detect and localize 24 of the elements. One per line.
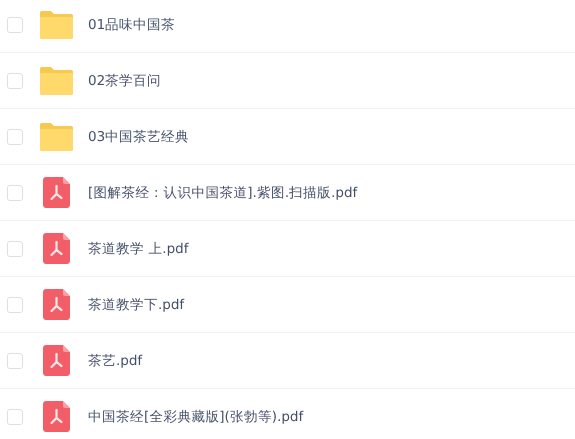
file-name[interactable]: 02茶学百问	[88, 72, 162, 90]
folder-icon	[40, 10, 73, 38]
checkbox[interactable]	[7, 240, 23, 256]
file-name[interactable]: 03中国茶艺经典	[88, 128, 190, 146]
pdf-file-icon	[43, 177, 70, 208]
pdf-file-icon	[43, 233, 70, 264]
checkbox[interactable]	[7, 72, 23, 88]
file-name[interactable]: [图解茶经：认识中国茶道].紫图.扫描版.pdf	[88, 184, 358, 202]
checkbox[interactable]	[7, 16, 23, 32]
file-name[interactable]: 茶道教学下.pdf	[88, 296, 184, 314]
checkbox[interactable]	[7, 128, 23, 144]
file-name[interactable]: 茶道教学 上.pdf	[88, 240, 188, 258]
pdf-file-icon	[43, 401, 70, 432]
checkbox[interactable]	[7, 352, 23, 368]
file-name[interactable]: 茶艺.pdf	[88, 352, 142, 370]
checkbox[interactable]	[7, 408, 23, 424]
folder-icon	[40, 122, 73, 150]
file-name[interactable]: 01品味中国茶	[88, 16, 176, 34]
file-name[interactable]: 中国茶经[全彩典藏版](张勃等).pdf	[88, 408, 304, 426]
pdf-file-icon	[43, 345, 70, 376]
checkbox[interactable]	[7, 296, 23, 312]
pdf-file-icon	[43, 289, 70, 320]
checkbox[interactable]	[7, 184, 23, 200]
folder-icon	[40, 66, 73, 94]
